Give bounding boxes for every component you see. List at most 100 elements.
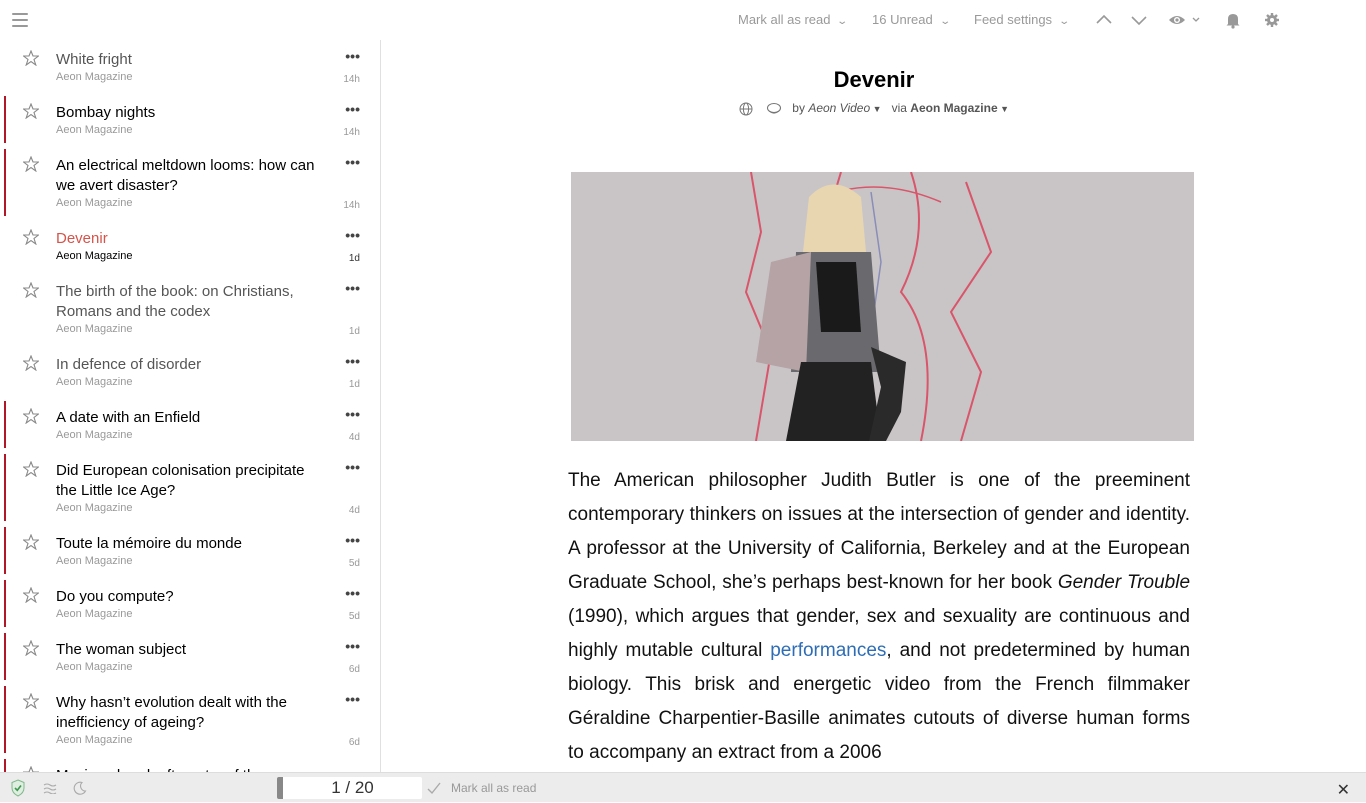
story-title: White fright: [56, 51, 132, 68]
star-icon[interactable]: [23, 229, 39, 245]
gear-icon[interactable]: [1262, 10, 1282, 30]
mark-all-read-button[interactable]: Mark all as read: [451, 773, 536, 803]
article-body: The American philosopher Judith Butler i…: [568, 464, 1190, 770]
story-time: 1d: [348, 253, 360, 264]
story-item-selected[interactable]: Devenir Aeon Magazine ••• 1d: [0, 219, 380, 272]
ellipsis-icon[interactable]: •••: [345, 154, 360, 170]
star-icon[interactable]: [23, 282, 39, 298]
story-title: Do you compute?: [56, 588, 174, 605]
story-item[interactable]: Did European colonisation precipitate th…: [0, 451, 380, 524]
story-item[interactable]: A date with an Enfield Aeon Magazine •••…: [0, 398, 380, 451]
feed-icon[interactable]: [766, 102, 782, 116]
unread-count-label: 16 Unread: [872, 12, 933, 27]
mark-all-read-label: Mark all as read: [738, 12, 831, 27]
chevron-down-icon[interactable]: [1129, 10, 1149, 30]
story-title: The woman subject: [56, 641, 187, 658]
story-item[interactable]: In defence of disorder Aeon Magazine •••…: [0, 345, 380, 398]
hamburger-icon[interactable]: [12, 13, 28, 27]
story-time: 14h: [343, 200, 360, 211]
ellipsis-icon[interactable]: •••: [345, 48, 360, 64]
story-title: Why hasn’t evolution dealt with the inef…: [56, 694, 287, 731]
story-time: 4d: [348, 505, 360, 516]
story-feed: Aeon Magazine: [56, 555, 133, 567]
story-item[interactable]: Toute la mémoire du monde Aeon Magazine …: [0, 524, 380, 577]
article-title: Devenir: [833, 67, 915, 92]
star-icon[interactable]: [23, 156, 39, 172]
story-time: 5d: [348, 558, 360, 569]
chevron-up-icon[interactable]: [1094, 10, 1114, 30]
article-link-performances[interactable]: performances: [770, 640, 886, 661]
bell-icon[interactable]: [1223, 10, 1243, 30]
story-time: 14h: [343, 74, 360, 85]
ellipsis-icon[interactable]: •••: [345, 532, 360, 548]
ellipsis-icon[interactable]: •••: [345, 280, 360, 296]
story-time: 4d: [348, 432, 360, 443]
story-item[interactable]: Why hasn’t evolution dealt with the inef…: [0, 683, 380, 756]
article-book-title: Gender Trouble: [1057, 572, 1191, 593]
ellipsis-icon[interactable]: •••: [345, 406, 360, 422]
story-item[interactable]: An electrical meltdown looms: how can we…: [0, 146, 380, 219]
star-icon[interactable]: [23, 461, 39, 477]
story-item[interactable]: Bombay nights Aeon Magazine ••• 14h: [0, 93, 380, 146]
star-icon[interactable]: [23, 103, 39, 119]
ellipsis-icon[interactable]: •••: [345, 638, 360, 654]
article-author[interactable]: Aeon Video: [808, 101, 870, 115]
star-icon[interactable]: [23, 408, 39, 424]
story-time: 1d: [348, 326, 360, 337]
ellipsis-icon[interactable]: •••: [345, 101, 360, 117]
story-title: Bombay nights: [56, 104, 156, 121]
story-item[interactable]: The birth of the book: on Christians, Ro…: [0, 272, 380, 345]
ellipsis-icon[interactable]: •••: [345, 691, 360, 707]
star-icon[interactable]: [23, 693, 39, 709]
story-title: Did European colonisation precipitate th…: [56, 462, 305, 499]
eye-icon[interactable]: [1168, 10, 1202, 30]
ellipsis-icon[interactable]: •••: [345, 353, 360, 369]
top-toolbar: Mark all as read ⌄ 16 Unread ⌄ Feed settin…: [0, 0, 1366, 40]
article-pane: Devenir by Aeon Video ▼ via Aeon Magazin…: [382, 40, 1366, 772]
star-icon[interactable]: [23, 640, 39, 656]
article-image: [571, 172, 1194, 441]
story-item[interactable]: Mocing ahead: after a t... af th...: [0, 756, 380, 772]
story-time: 14h: [343, 127, 360, 138]
feed-settings-dropdown[interactable]: Feed settings ⌄: [974, 0, 1071, 40]
moon-icon[interactable]: [73, 781, 87, 795]
story-feed: Aeon Magazine: [56, 502, 133, 514]
star-icon[interactable]: [23, 355, 39, 371]
story-item[interactable]: White fright Aeon Magazine ••• 14h: [0, 40, 380, 93]
story-title: Devenir: [56, 230, 108, 247]
close-icon[interactable]: ✕: [1337, 780, 1350, 800]
story-feed: Aeon Magazine: [56, 323, 133, 335]
story-feed: Aeon Magazine: [56, 197, 133, 209]
unread-filter-dropdown[interactable]: 16 Unread ⌄: [872, 0, 951, 40]
story-item[interactable]: The woman subject Aeon Magazine ••• 6d: [0, 630, 380, 683]
by-label: by: [792, 101, 805, 115]
ellipsis-icon[interactable]: •••: [345, 585, 360, 601]
feed-settings-label: Feed settings: [974, 12, 1053, 27]
star-icon[interactable]: [23, 50, 39, 66]
chevron-down-icon: ⌄: [939, 16, 951, 27]
story-list: White fright Aeon Magazine ••• 14h Bomba…: [0, 40, 381, 772]
story-title: A date with an Enfield: [56, 409, 201, 426]
story-time: 5d: [348, 611, 360, 622]
chevron-down-icon: ⌄: [1058, 16, 1071, 27]
mark-all-read-dropdown[interactable]: Mark all as read ⌄: [738, 0, 849, 40]
chevron-down-icon[interactable]: ▼: [998, 104, 1009, 114]
story-feed: Aeon Magazine: [56, 250, 133, 262]
shield-check-icon[interactable]: [10, 779, 26, 797]
chevron-down-icon[interactable]: ▼: [870, 104, 882, 114]
page-counter: 1 / 20: [277, 777, 422, 799]
wave-icon[interactable]: [43, 782, 57, 794]
star-icon[interactable]: [23, 587, 39, 603]
ellipsis-icon[interactable]: •••: [345, 227, 360, 243]
story-title: The birth of the book: on Christians, Ro…: [56, 283, 294, 320]
story-feed: Aeon Magazine: [56, 661, 133, 673]
story-item[interactable]: Do you compute? Aeon Magazine ••• 5d: [0, 577, 380, 630]
story-title: An electrical meltdown looms: how can we…: [56, 157, 315, 194]
article-feed-link[interactable]: Aeon Magazine: [910, 101, 997, 115]
checkmark-icon[interactable]: [426, 781, 442, 795]
article-meta: by Aeon Video ▼ via Aeon Magazine ▼: [382, 101, 1366, 116]
ellipsis-icon[interactable]: •••: [345, 459, 360, 475]
globe-icon[interactable]: [739, 102, 753, 116]
star-icon[interactable]: [23, 534, 39, 550]
chevron-down-icon: ⌄: [836, 16, 849, 27]
